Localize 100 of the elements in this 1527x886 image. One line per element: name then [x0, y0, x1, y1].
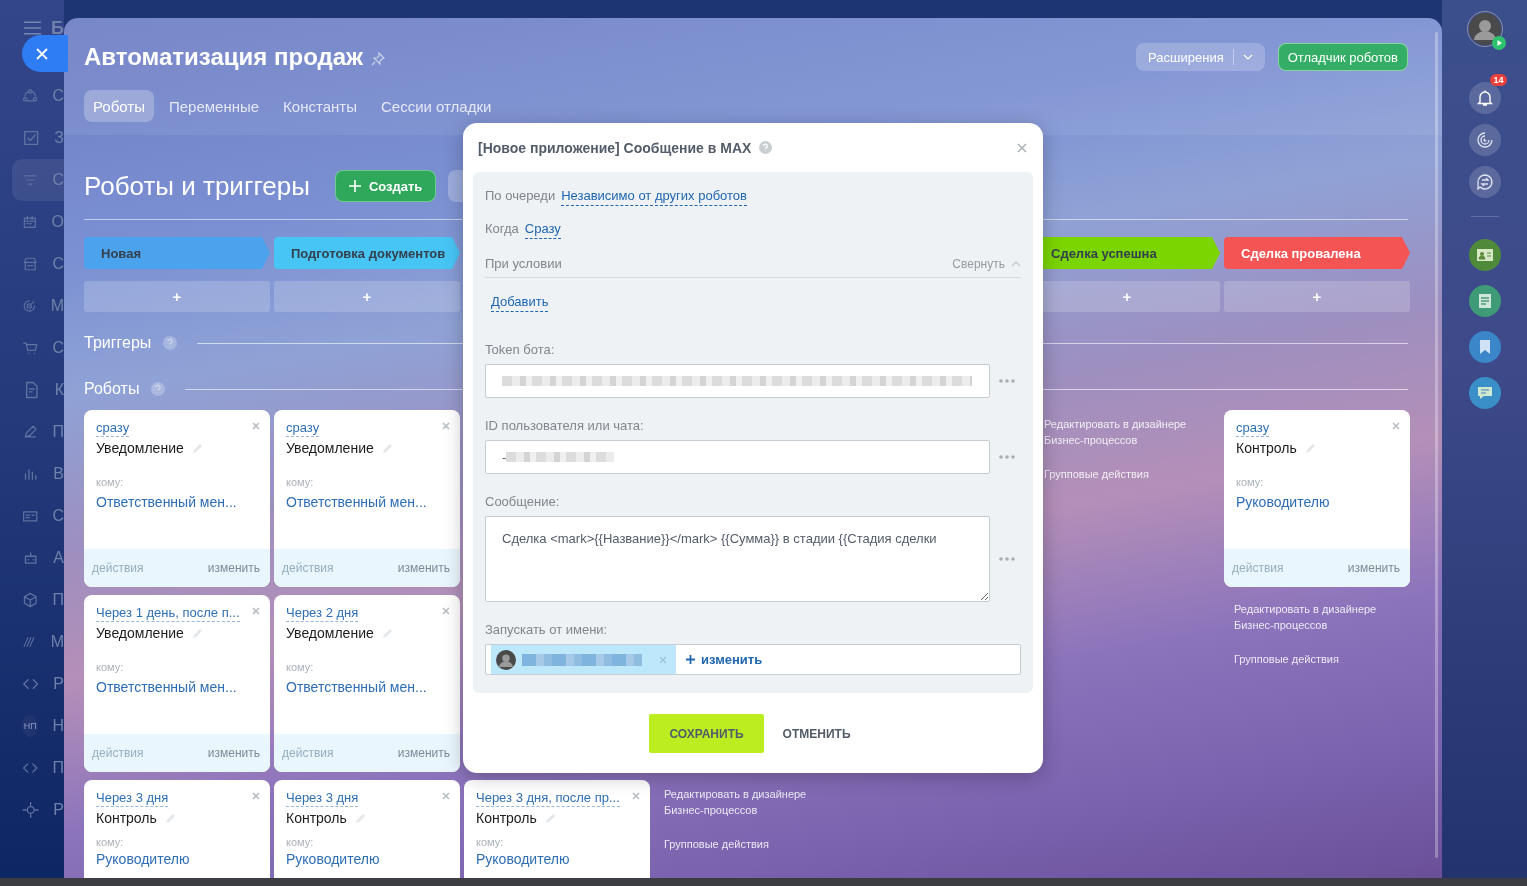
add-robot-button[interactable]: + [84, 281, 270, 312]
close-icon[interactable] [442, 422, 450, 430]
column-link[interactable]: Редактировать в дизайнере Бизнес-процессов [1224, 601, 1399, 633]
robot-card[interactable]: Через 2 дня Уведомление кому: Ответственный мен... действия изменить [274, 595, 460, 772]
stage-header[interactable]: Подготовка документов [274, 237, 460, 269]
pencil-icon[interactable] [164, 812, 176, 824]
delay-link[interactable]: сразу [1236, 420, 1270, 437]
column-link[interactable]: Редактировать в дизайнере Бизнес-процессов [654, 786, 829, 818]
actions-link[interactable]: действия [1232, 561, 1284, 575]
pencil-icon[interactable] [191, 442, 203, 454]
recipient-link[interactable]: Руководителю [286, 851, 380, 867]
help-icon[interactable] [163, 336, 178, 350]
pencil-icon[interactable] [381, 442, 393, 454]
robot-card[interactable]: Через 3 дня Контроль кому: Руководителю [84, 780, 270, 878]
robot-card[interactable]: Через 3 дня Контроль кому: Руководителю [274, 780, 460, 878]
more-icon[interactable] [999, 557, 1015, 561]
delay-link[interactable]: сразу [96, 420, 130, 437]
robot-card[interactable]: Через 3 дня, после пр... Контроль кому: Руководителю [464, 780, 650, 878]
edit-link[interactable]: изменить [207, 561, 260, 575]
user-avatar[interactable] [1466, 11, 1503, 47]
close-icon[interactable] [252, 607, 260, 615]
sidebar-item[interactable]: А [12, 537, 64, 579]
actions-link[interactable]: действия [282, 561, 334, 575]
robot-debugger-button[interactable]: Отладчик роботов [1277, 43, 1408, 71]
sidebar-item[interactable]: Р [12, 663, 64, 705]
pencil-icon[interactable] [381, 627, 393, 639]
sidebar-item[interactable]: П [12, 579, 64, 621]
more-icon[interactable] [999, 455, 1015, 459]
delay-link[interactable]: Через 3 дня [96, 790, 169, 807]
robot-card[interactable]: сразу Уведомление кому: Ответственный мен... действия изменить [84, 410, 270, 587]
add-robot-button[interactable]: + [1224, 281, 1410, 312]
tab[interactable]: Переменные [159, 90, 269, 122]
sidebar-item[interactable]: С [12, 327, 64, 369]
extensions-button[interactable]: Расширения [1136, 43, 1265, 71]
pencil-icon[interactable] [191, 627, 203, 639]
actions-link[interactable]: действия [92, 746, 144, 760]
edit-link[interactable]: изменить [207, 746, 260, 760]
tab[interactable]: Константы [274, 90, 366, 122]
help-icon[interactable] [759, 141, 773, 154]
delay-link[interactable]: Через 3 дня [286, 790, 359, 807]
sidebar-item[interactable]: Р [12, 789, 64, 831]
recipient-link[interactable]: Руководителю [96, 851, 190, 867]
more-icon[interactable] [999, 379, 1015, 383]
sidebar-item[interactable]: З [12, 117, 64, 159]
sidebar-item[interactable]: О [12, 201, 64, 243]
target-button[interactable] [1468, 124, 1501, 156]
close-icon[interactable] [632, 792, 640, 800]
help-icon[interactable] [151, 382, 166, 396]
contacts-button[interactable] [1468, 239, 1501, 271]
close-button[interactable] [22, 35, 68, 72]
pencil-icon[interactable] [354, 812, 366, 824]
recipient-link[interactable]: Руководителю [476, 851, 570, 867]
collapse-link[interactable]: Свернуть [952, 256, 1021, 271]
robot-card[interactable]: сразу Уведомление кому: Ответственный мен... действия изменить [274, 410, 460, 587]
recipient-link[interactable]: Ответственный мен... [286, 679, 427, 695]
edit-link[interactable]: изменить [1347, 561, 1400, 575]
change-user-link[interactable]: изменить [686, 652, 763, 667]
sidebar-item[interactable]: М [12, 285, 64, 327]
recipient-link[interactable]: Ответственный мен... [96, 494, 237, 510]
tab[interactable]: Роботы [84, 90, 154, 122]
recipient-link[interactable]: Ответственный мен... [286, 494, 427, 510]
close-icon[interactable] [252, 792, 260, 800]
bookmark-button[interactable] [1468, 331, 1501, 363]
add-robot-button[interactable]: + [274, 281, 460, 312]
message-field[interactable]: Сделка <mark>{{Название}}</mark> {{Сумма}} в стадии {{Стадия сделки [485, 516, 990, 602]
create-button[interactable]: Создать [334, 170, 437, 202]
close-icon[interactable] [442, 607, 450, 615]
user-selector[interactable]: изменить [485, 644, 1021, 675]
delay-link[interactable]: сразу [286, 420, 320, 437]
order-link[interactable]: Независимо от других роботов [561, 188, 747, 206]
sidebar-item[interactable]: С [12, 495, 64, 537]
chat-swap-button[interactable] [1468, 166, 1501, 198]
edit-link[interactable]: изменить [397, 746, 450, 760]
sidebar-item[interactable]: К [12, 369, 64, 411]
sidebar-item[interactable]: П [12, 411, 64, 453]
chat-button[interactable] [1468, 377, 1501, 409]
sidebar-item[interactable]: НП Н [12, 705, 64, 747]
sidebar-item[interactable]: М [12, 621, 64, 663]
when-link[interactable]: Сразу [524, 221, 561, 239]
close-icon[interactable] [442, 792, 450, 800]
chat-id-field[interactable]: - [485, 440, 990, 474]
robot-card[interactable]: сразу Контроль кому: Руководителю действия изменить [1224, 410, 1410, 587]
pin-icon[interactable] [371, 52, 386, 66]
close-icon[interactable] [1392, 422, 1400, 430]
robot-card[interactable]: Через 1 день, после п... Уведомление кому: Ответственный мен... действия изменить [84, 595, 270, 772]
scrollbar[interactable] [1435, 32, 1438, 858]
delay-link[interactable]: Через 1 день, после п... [96, 605, 240, 622]
notifications-button[interactable] [1468, 82, 1501, 114]
sidebar-item[interactable]: С [12, 75, 64, 117]
actions-link[interactable]: действия [92, 561, 144, 575]
column-link[interactable]: Групповые действия [654, 836, 829, 852]
save-button[interactable]: СОХРАНИТЬ [649, 714, 764, 753]
delay-link[interactable]: Через 3 дня, после пр... [476, 790, 620, 807]
sidebar-item[interactable]: В [12, 453, 64, 495]
actions-link[interactable]: действия [282, 746, 334, 760]
stage-header[interactable]: Сделка провалена [1224, 237, 1410, 269]
stage-header[interactable]: Новая [84, 237, 270, 269]
close-icon[interactable] [1017, 142, 1027, 153]
token-field[interactable] [485, 364, 990, 398]
add-condition-link[interactable]: Добавить [491, 294, 549, 312]
